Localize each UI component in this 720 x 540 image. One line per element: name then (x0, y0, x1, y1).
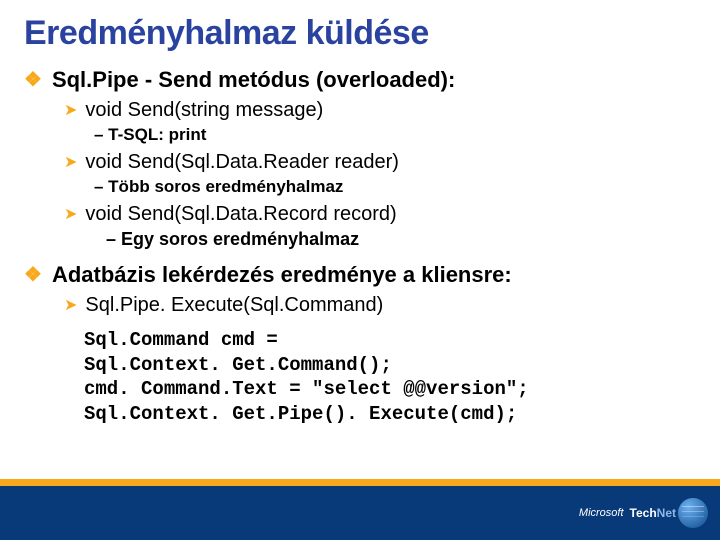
bullet-lvl2: ➤ void Send(string message) (64, 99, 696, 123)
bullet-lvl2: ➤ void Send(Sql.Data.Record record) (64, 203, 696, 227)
technet-tech: Tech (630, 506, 657, 520)
bullet-lvl3: – T-SQL: print (94, 125, 696, 145)
bullet-text: Sql.Pipe. Execute(Sql.Command) (85, 294, 383, 318)
arrow-bullet-icon: ➤ (64, 99, 77, 123)
bullet-text: void Send(Sql.Data.Record record) (85, 203, 396, 227)
bullet-lvl2: ➤ Sql.Pipe. Execute(Sql.Command) (64, 294, 696, 318)
bullet-text: void Send(Sql.Data.Reader reader) (85, 151, 399, 175)
slide-title: Eredményhalmaz küldése (24, 14, 696, 53)
bullet-text: Sql.Pipe - Send metódus (overloaded): (52, 67, 455, 93)
microsoft-logo: Microsoft TechNet (579, 498, 708, 528)
globe-icon (678, 498, 708, 528)
bullet-lvl3: – Több soros eredményhalmaz (94, 177, 696, 197)
slide: Eredményhalmaz küldése ❖ Sql.Pipe - Send… (0, 0, 720, 540)
arrow-bullet-icon: ➤ (64, 294, 77, 318)
bullet-lvl1: ❖ Sql.Pipe - Send metódus (overloaded): (24, 67, 696, 93)
technet-logo: TechNet (630, 498, 708, 528)
arrow-bullet-icon: ➤ (64, 203, 77, 227)
slide-body: ❖ Sql.Pipe - Send metódus (overloaded): … (24, 67, 696, 427)
technet-net: Net (657, 506, 676, 520)
footer: Microsoft TechNet (0, 486, 720, 540)
diamond-bullet-icon: ❖ (24, 262, 42, 288)
bullet-lvl2: ➤ void Send(Sql.Data.Reader reader) (64, 151, 696, 175)
code-block: Sql.Command cmd = Sql.Context. Get.Comma… (84, 328, 696, 427)
bullet-text: Adatbázis lekérdezés eredménye a kliensr… (52, 262, 512, 288)
bullet-text: void Send(string message) (85, 99, 323, 123)
diamond-bullet-icon: ❖ (24, 67, 42, 93)
footer-accent-stripe (0, 479, 720, 486)
bullet-lvl1: ❖ Adatbázis lekérdezés eredménye a klien… (24, 262, 696, 288)
bullet-lvl3: – Egy soros eredményhalmaz (106, 229, 696, 250)
arrow-bullet-icon: ➤ (64, 151, 77, 175)
microsoft-text: Microsoft (579, 507, 624, 519)
technet-text: TechNet (630, 506, 676, 520)
